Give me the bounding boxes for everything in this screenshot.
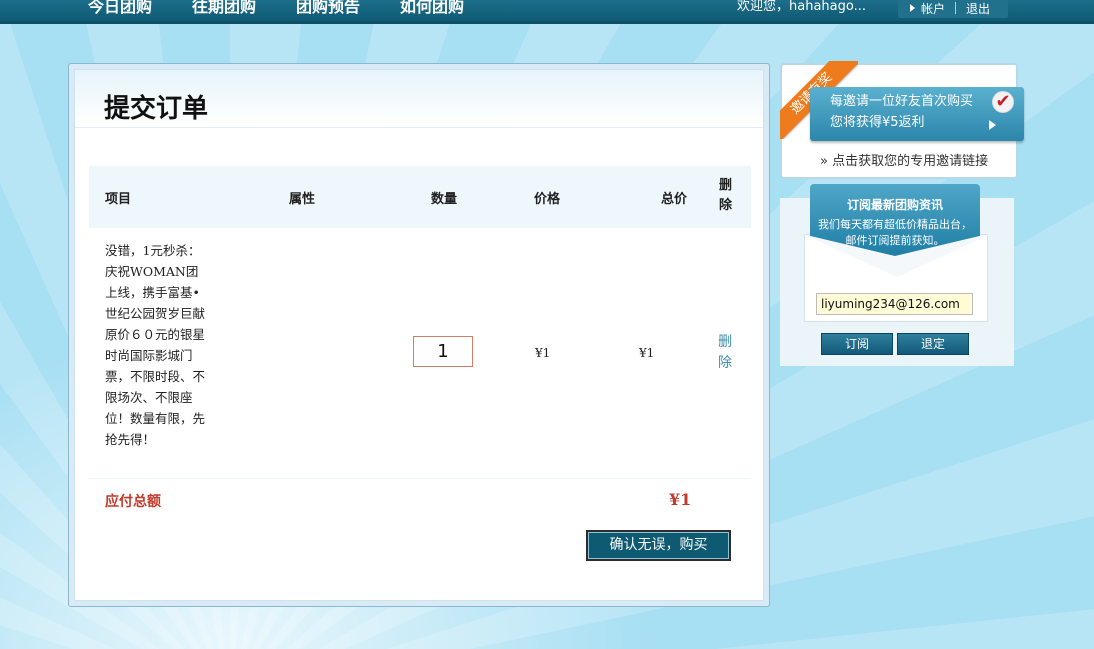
top-nav-bar: 今日团购 往期团购 团购预告 如何团购 欢迎您，hahahago... 帐户 退… — [0, 0, 1094, 24]
unsubscribe-button[interactable]: 退定 — [897, 333, 969, 355]
delete-link[interactable]: 删除 — [718, 332, 736, 374]
play-arrow-icon — [989, 120, 996, 130]
logout-link[interactable]: 退出 — [966, 0, 990, 17]
check-icon: ✔ — [992, 91, 1014, 113]
subscribe-title: 订阅最新团购资讯 — [846, 198, 943, 212]
account-menu: 帐户 退出 — [898, 0, 1008, 18]
header-price: 价格 — [534, 192, 561, 207]
header-delete: 删除 — [719, 178, 733, 213]
header-quantity: 数量 — [431, 192, 458, 207]
nav-past-deals[interactable]: 往期团购 — [192, 0, 256, 17]
order-panel: 提交订单 项目 属性 数量 价格 总价 删除 没错，1元秒杀：庆祝WOMAN团上… — [68, 63, 770, 607]
confirm-purchase-button[interactable]: 确认无误，购买 — [586, 530, 731, 561]
order-panel-body: 提交订单 项目 属性 数量 价格 总价 删除 没错，1元秒杀：庆祝WOMAN团上… — [74, 69, 764, 601]
invite-banner[interactable]: 每邀请一位好友首次购买 您将获得¥5返利 — [810, 87, 1024, 141]
nav-today-deals[interactable]: 今日团购 — [88, 0, 152, 17]
main-nav: 今日团购 往期团购 团购预告 如何团购 — [88, 0, 504, 17]
welcome-text: 欢迎您，hahahago... — [737, 0, 866, 14]
triangle-right-icon — [910, 4, 915, 12]
divider — [89, 478, 751, 479]
subscribe-box: 订阅最新团购资讯 我们每天都有超低价精品出台，邮件订阅提前获知。 liyumin… — [780, 184, 1014, 366]
total-label: 应付总额 — [105, 494, 161, 510]
item-price: ¥1 — [535, 346, 551, 360]
quantity-input[interactable]: 1 — [413, 336, 473, 367]
subscribe-button[interactable]: 订阅 — [821, 333, 893, 355]
header-item: 项目 — [105, 192, 132, 207]
page-title: 提交订单 — [104, 94, 209, 124]
divider — [955, 2, 957, 14]
account-link[interactable]: 帐户 — [921, 0, 945, 17]
nav-how-to-buy[interactable]: 如何团购 — [400, 0, 464, 17]
order-table-header: 项目 属性 数量 价格 总价 删除 — [89, 166, 751, 228]
invite-link[interactable]: » 点击获取您的专用邀请链接 — [820, 150, 988, 169]
item-total: ¥1 — [639, 346, 655, 360]
item-name: 没错，1元秒杀：庆祝WOMAN团上线，携手富基•世纪公园贺岁巨献原价６０元的银星… — [105, 243, 206, 447]
invite-box: 邀请有奖 每邀请一位好友首次购买 您将获得¥5返利 ✔ » 点击获取您的专用邀请… — [780, 61, 1024, 179]
nav-upcoming-deals[interactable]: 团购预告 — [296, 0, 360, 17]
header-total: 总价 — [661, 192, 688, 207]
order-panel-header: 提交订单 — [75, 70, 763, 128]
header-attribute: 属性 — [289, 192, 316, 207]
email-input[interactable]: liyuming234@126.com — [816, 293, 973, 315]
total-value: ¥1 — [669, 490, 692, 509]
